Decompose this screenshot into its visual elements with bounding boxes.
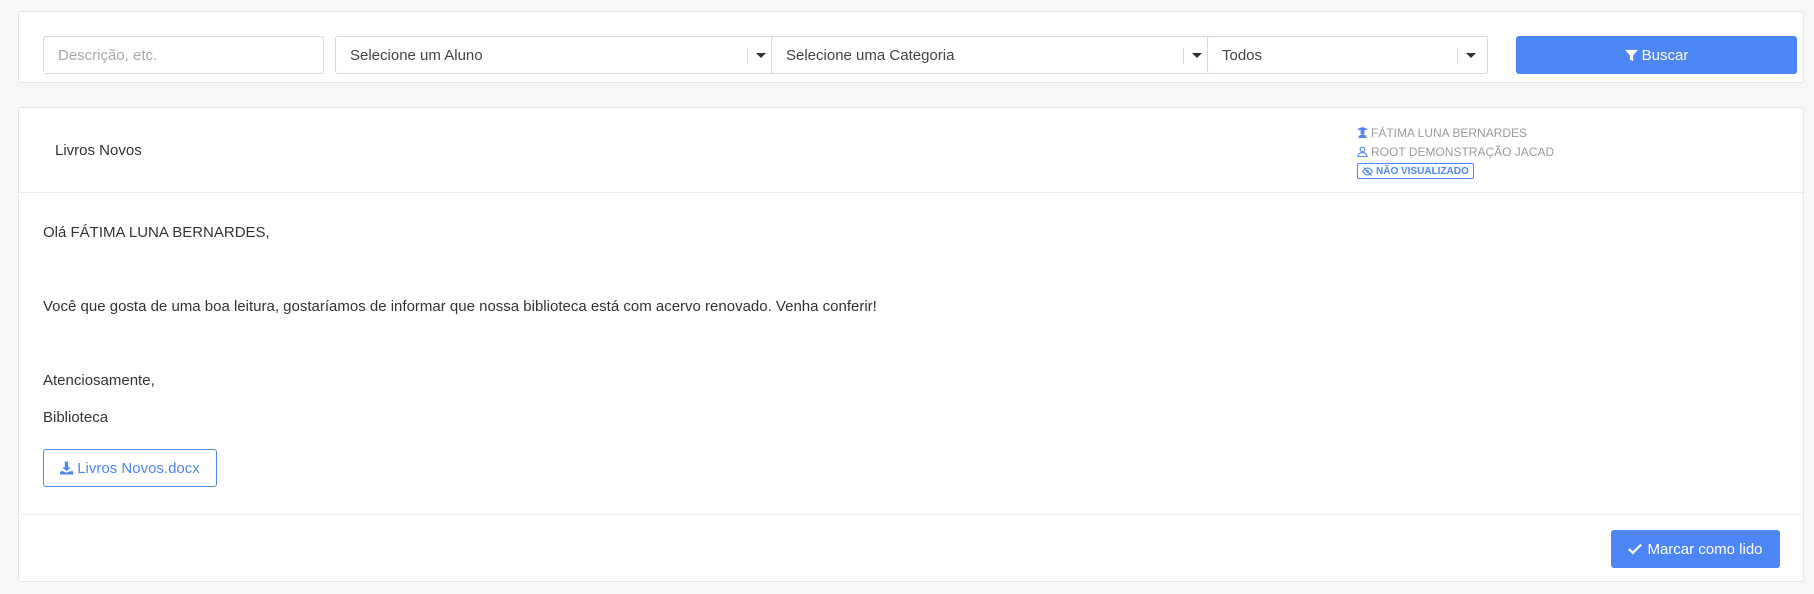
message-footer [19,514,1803,582]
select-separator [747,48,748,64]
description-input[interactable] [44,37,323,73]
student-select[interactable]: Selecione um Aluno [335,36,778,74]
attachment-label: Livros Novos.docx [77,459,200,477]
message-card: Livros Novos FÁTIMA LUNA BERNARDES ROOT … [18,107,1804,582]
chevron-down-icon [1466,53,1476,58]
message-signature: Biblioteca [43,409,109,426]
filter-bar: Selecione um Aluno Selecione uma Categor… [18,11,1804,83]
mark-as-read-label: Marcar como lido [1647,540,1763,558]
meta-student: FÁTIMA LUNA BERNARDES [1357,123,1554,142]
category-select[interactable]: Selecione uma Categoria [771,36,1214,74]
message-meta: FÁTIMA LUNA BERNARDES ROOT DEMONSTRAÇÃO … [1357,123,1554,180]
message-greeting: Olá FÁTIMA LUNA BERNARDES, [43,224,270,241]
message-closing: Atenciosamente, [43,372,155,389]
meta-status: NÃO VISUALIZADO [1357,161,1554,180]
chevron-down-icon [1192,53,1202,58]
select-separator [1457,48,1458,64]
filter-icon [1624,49,1638,62]
message-title: Livros Novos [55,142,142,159]
status-badge: NÃO VISUALIZADO [1357,163,1474,179]
message-header: Livros Novos FÁTIMA LUNA BERNARDES ROOT … [19,108,1803,193]
graduate-icon [1357,127,1368,138]
search-button-label: Buscar [1641,46,1689,64]
student-name: FÁTIMA LUNA BERNARDES [1371,125,1528,140]
select-separator [1183,48,1184,64]
student-select-value: Selecione um Aluno [350,47,483,64]
status-badge-label: NÃO VISUALIZADO [1376,165,1469,177]
eye-slash-icon [1362,166,1373,176]
search-button[interactable]: Buscar [1516,36,1797,74]
meta-sender: ROOT DEMONSTRAÇÃO JACAD [1357,142,1554,161]
check-icon [1628,543,1643,555]
status-select-value: Todos [1222,47,1263,64]
mark-as-read-button[interactable]: Marcar como lido [1611,530,1780,568]
download-icon [60,461,74,475]
user-icon [1357,146,1368,157]
description-field[interactable] [43,36,324,74]
chevron-down-icon [756,53,766,58]
sender-name: ROOT DEMONSTRAÇÃO JACAD [1371,144,1555,159]
category-select-value: Selecione uma Categoria [786,47,955,64]
status-select[interactable]: Todos [1207,36,1488,74]
message-paragraph: Você que gosta de uma boa leitura, gosta… [43,298,877,315]
attachment-download-button[interactable]: Livros Novos.docx [43,449,217,487]
